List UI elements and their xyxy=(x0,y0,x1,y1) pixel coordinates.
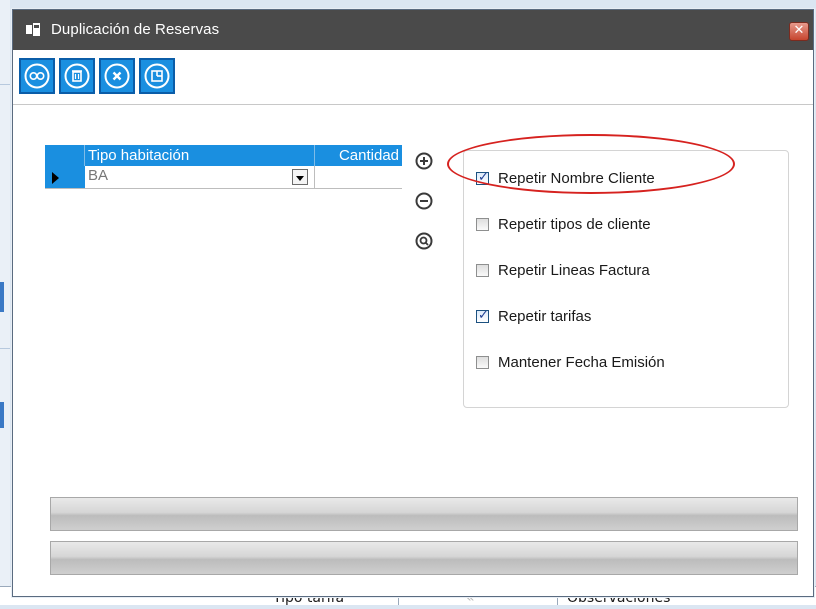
room-type-grid: Tipo habitación Cantidad BA xyxy=(45,145,402,195)
background-divider xyxy=(0,84,10,85)
duplicate-icon xyxy=(24,63,50,89)
cell-divider xyxy=(314,166,315,188)
action-bar-secondary[interactable] xyxy=(50,541,798,575)
highlight-annotation-ellipse xyxy=(447,134,735,194)
exit-icon xyxy=(144,63,170,89)
cancel-button[interactable] xyxy=(99,58,135,94)
trash-icon xyxy=(64,63,90,89)
tipo-habitacion-dropdown[interactable] xyxy=(292,169,308,185)
exit-button[interactable] xyxy=(139,58,175,94)
column-header-cantidad[interactable]: Cantidad xyxy=(339,145,399,166)
search-icon[interactable] xyxy=(415,232,433,250)
checkbox-mantener-fecha-emision[interactable] xyxy=(476,356,489,369)
duplicacion-reservas-dialog: Duplicación de Reservas ✕ Tipo habitació… xyxy=(12,9,814,597)
column-header-tipo-habitacion[interactable]: Tipo habitación xyxy=(88,145,189,166)
checkbox-repetir-tipos-cliente[interactable] xyxy=(476,218,489,231)
grid-header: Tipo habitación Cantidad xyxy=(45,145,402,166)
title-bar[interactable]: Duplicación de Reservas ✕ xyxy=(13,10,813,50)
background-selection-marker xyxy=(0,282,4,312)
window-app-icon xyxy=(26,23,40,36)
cancel-icon xyxy=(104,63,130,89)
option-label: Repetir tipos de cliente xyxy=(498,216,651,233)
checkmark-icon: ✓ xyxy=(478,308,489,323)
chevron-down-icon xyxy=(296,176,304,181)
option-label: Repetir Lineas Factura xyxy=(498,262,650,279)
option-label: Repetir tarifas xyxy=(498,308,592,325)
delete-button[interactable] xyxy=(59,58,95,94)
current-row-arrow-icon xyxy=(52,172,59,184)
add-icon[interactable] xyxy=(415,152,433,170)
remove-icon[interactable] xyxy=(415,192,433,210)
grid-corner xyxy=(45,145,85,166)
checkbox-repetir-lineas-factura[interactable] xyxy=(476,264,489,277)
background-divider xyxy=(0,348,10,349)
option-label: Mantener Fecha Emisión xyxy=(498,354,665,371)
action-bar-primary[interactable] xyxy=(50,497,798,531)
background-selection-marker xyxy=(0,402,4,428)
close-button[interactable]: ✕ xyxy=(789,22,809,41)
table-row[interactable]: BA xyxy=(45,166,402,189)
column-divider xyxy=(314,145,315,166)
checkbox-repetir-tarifas[interactable]: ✓ xyxy=(476,308,489,323)
toolbar xyxy=(13,50,813,105)
row-selector[interactable] xyxy=(45,166,85,188)
window-title: Duplicación de Reservas xyxy=(51,21,220,38)
duplicate-button[interactable] xyxy=(19,58,55,94)
tipo-habitacion-cell[interactable]: BA xyxy=(88,167,108,184)
